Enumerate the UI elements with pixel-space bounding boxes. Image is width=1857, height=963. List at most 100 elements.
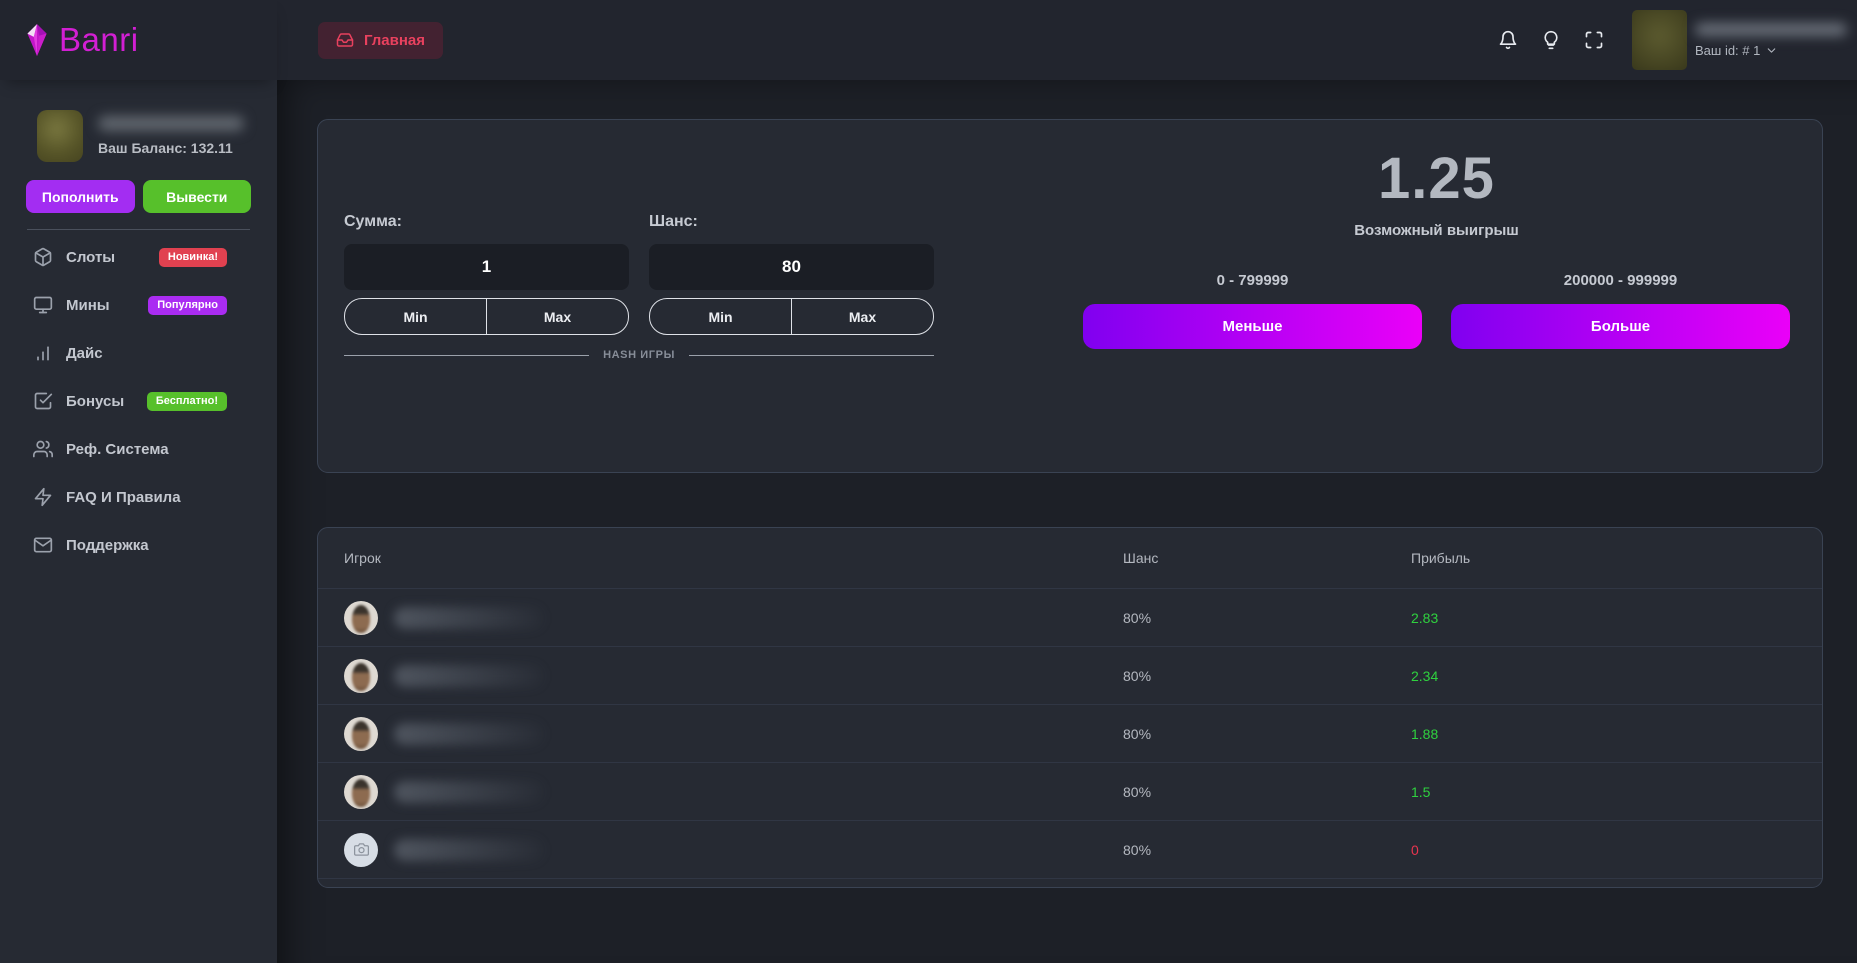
lightbulb-icon[interactable] (1541, 30, 1561, 50)
player-cell (344, 717, 1123, 751)
table-header: Игрок Шанс Прибыль (318, 528, 1822, 589)
sidebar-header: Banri (0, 0, 277, 80)
player-avatar (344, 601, 378, 635)
header-player: Игрок (344, 550, 1123, 566)
chance-cell: 80% (1123, 842, 1411, 858)
sidebar-item-label: Мины (66, 297, 110, 314)
sidebar-item-mines[interactable]: Мины Популярно (0, 281, 277, 329)
chance-label: Шанс: (649, 213, 934, 231)
dice-game-panel: Сумма: Min Max Шанс: Min Max HASH ИГРЫ 1… (317, 119, 1823, 473)
bet-more-button[interactable]: Больше (1451, 304, 1790, 349)
check-square-icon (33, 391, 53, 411)
player-avatar (344, 717, 378, 751)
fullscreen-icon[interactable] (1584, 30, 1604, 50)
player-cell (344, 659, 1123, 693)
hash-games-divider: HASH ИГРЫ (344, 349, 934, 361)
sidebar-item-support[interactable]: Поддержка (0, 521, 277, 569)
topbar-right: Ваш id: # 1 (1498, 10, 1847, 70)
table-row: 80% 0 (318, 821, 1822, 879)
cube-icon (33, 247, 53, 267)
user-avatar (37, 110, 83, 162)
player-cell (344, 833, 1123, 867)
brand-logo[interactable]: Banri (24, 21, 139, 59)
hash-games-label: HASH ИГРЫ (603, 349, 675, 361)
home-button-label: Главная (364, 32, 425, 49)
player-cell (344, 601, 1123, 635)
table-row: 80% 1.5 (318, 763, 1822, 821)
sidebar-item-referral[interactable]: Реф. Система (0, 425, 277, 473)
bet-less-button[interactable]: Меньше (1083, 304, 1422, 349)
player-avatar (344, 775, 378, 809)
mail-icon (33, 535, 53, 555)
amount-min-button[interactable]: Min (345, 299, 486, 334)
gem-icon (24, 23, 50, 57)
home-button[interactable]: Главная (318, 22, 443, 59)
table-row: 80% 2.34 (318, 647, 1822, 705)
topbar-user[interactable]: Ваш id: # 1 (1695, 23, 1847, 58)
sidebar-item-bonuses[interactable]: Бонусы Бесплатно! (0, 377, 277, 425)
brand-name: Banri (59, 21, 139, 59)
sidebar-item-faq[interactable]: FAQ И Правила (0, 473, 277, 521)
amount-label: Сумма: (344, 213, 629, 231)
sidebar-item-label: Дайс (66, 345, 103, 362)
chance-minmax: Min Max (649, 298, 934, 335)
popular-badge: Популярно (148, 296, 227, 315)
less-column: 0 - 799999 Меньше (1083, 272, 1422, 349)
topbar-avatar[interactable] (1632, 10, 1687, 70)
multiplier-value: 1.25 (1083, 150, 1790, 208)
table-row: 80% 1.88 (318, 705, 1822, 763)
amount-minmax: Min Max (344, 298, 629, 335)
chance-min-button[interactable]: Min (650, 299, 791, 334)
bell-icon[interactable] (1498, 30, 1518, 50)
bet-actions: 0 - 799999 Меньше 200000 - 999999 Больше (1083, 272, 1790, 349)
profit-cell: 2.34 (1411, 668, 1796, 684)
player-avatar (344, 659, 378, 693)
amount-input[interactable] (344, 244, 629, 290)
amount-max-button[interactable]: Max (486, 299, 628, 334)
main-content: Сумма: Min Max Шанс: Min Max HASH ИГРЫ 1… (277, 80, 1857, 963)
free-badge: Бесплатно! (147, 392, 227, 411)
user-card: Ваш Баланс: 132.11 (37, 110, 277, 162)
balance-text: Ваш Баланс: 132.11 (98, 140, 244, 156)
deposit-button[interactable]: Пополнить (26, 180, 135, 213)
chance-max-button[interactable]: Max (791, 299, 933, 334)
player-name-blurred (394, 607, 544, 629)
username-blurred (98, 116, 244, 131)
player-name-blurred (394, 723, 544, 745)
sidebar: Banri Ваш Баланс: 132.11 Пополнить Вывес… (0, 0, 277, 963)
wallet-buttons: Пополнить Вывести (26, 180, 251, 213)
sidebar-divider (27, 229, 250, 230)
sidebar-item-slots[interactable]: Слоты Новинка! (0, 233, 277, 281)
win-section: 1.25 Возможный выигрыш 0 - 799999 Меньше… (1083, 150, 1790, 349)
sidebar-item-label: FAQ И Правила (66, 489, 181, 506)
sidebar-item-dice[interactable]: Дайс (0, 329, 277, 377)
chance-column: Шанс: Min Max (649, 213, 934, 335)
topbar: Главная Ваш id: # 1 (277, 0, 1857, 80)
chance-cell: 80% (1123, 726, 1411, 742)
chance-cell: 80% (1123, 784, 1411, 800)
bar-chart-icon (33, 343, 53, 363)
chance-cell: 80% (1123, 610, 1411, 626)
player-name-blurred (394, 665, 544, 687)
player-name-blurred (394, 839, 544, 861)
monitor-icon (33, 295, 53, 315)
sidebar-item-label: Слоты (66, 249, 115, 266)
sidebar-item-label: Бонусы (66, 393, 124, 410)
chance-input[interactable] (649, 244, 934, 290)
table-row: 80% 2.83 (318, 589, 1822, 647)
withdraw-button[interactable]: Вывести (143, 180, 252, 213)
chevron-down-icon (1765, 44, 1778, 57)
inbox-icon (336, 31, 354, 49)
bets-table-panel: Игрок Шанс Прибыль 80% 2.83 80% 2.34 (317, 527, 1823, 888)
bet-form: Сумма: Min Max Шанс: Min Max (344, 213, 934, 335)
player-cell (344, 775, 1123, 809)
default-avatar (344, 833, 378, 867)
camera-icon (354, 842, 369, 857)
header-chance: Шанс (1123, 550, 1411, 566)
sidebar-item-label: Реф. Система (66, 441, 169, 458)
user-id-text: Ваш id: # 1 (1695, 43, 1760, 58)
profit-cell: 2.83 (1411, 610, 1796, 626)
zap-icon (33, 487, 53, 507)
chance-cell: 80% (1123, 668, 1411, 684)
more-column: 200000 - 999999 Больше (1451, 272, 1790, 349)
